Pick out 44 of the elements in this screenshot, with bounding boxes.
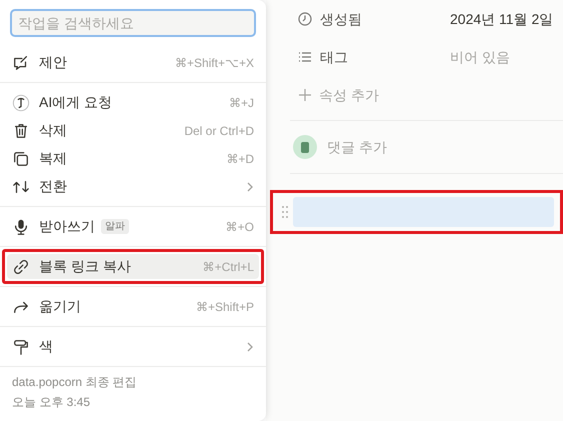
shortcut-text: Del or Ctrl+D bbox=[184, 122, 254, 140]
shortcut-text: ⌘+Ctrl+L bbox=[202, 258, 254, 276]
menu-item[interactable]: 블록 링크 복사 ⌘+Ctrl+L bbox=[7, 254, 259, 279]
comment-pen-icon bbox=[12, 54, 30, 72]
menu-item-label: 삭제 bbox=[39, 121, 67, 140]
avatar-icon bbox=[293, 135, 317, 159]
alpha-badge: 알파 bbox=[101, 219, 129, 234]
drag-handle-icon[interactable] bbox=[281, 205, 289, 219]
property-name: 태그 bbox=[320, 48, 348, 66]
menu-item-label: 제안 bbox=[39, 53, 67, 72]
menu-item[interactable]: 복제 ⌘+D bbox=[7, 146, 259, 171]
menu-item[interactable]: 삭제 Del or Ctrl+D bbox=[7, 118, 259, 143]
list-icon bbox=[298, 51, 312, 63]
menu-item[interactable]: 받아쓰기 알파 ⌘+O bbox=[7, 214, 259, 239]
trash-icon bbox=[12, 122, 30, 140]
shortcut-text: ⌘+O bbox=[226, 218, 254, 236]
menu-item-label: 받아쓰기 bbox=[39, 217, 95, 236]
menu-item[interactable]: AI에게 요청 ⌘+J bbox=[7, 90, 259, 115]
menu-item[interactable]: 옮기기 ⌘+Shift+P bbox=[7, 294, 259, 319]
menu-item[interactable]: 색 bbox=[7, 334, 259, 359]
property-name: 생성됨 bbox=[320, 10, 362, 28]
plus-icon bbox=[298, 88, 312, 102]
menu-item[interactable]: 제안 ⌘+Shift+⌥+X bbox=[7, 50, 259, 75]
paint-roller-icon bbox=[12, 338, 30, 356]
search-field[interactable]: 작업을 검색하세요 bbox=[10, 9, 256, 37]
edit-info-text: data.popcorn 최종 편집 bbox=[12, 374, 138, 391]
microphone-icon bbox=[12, 218, 30, 236]
link-icon bbox=[12, 258, 30, 276]
shortcut-text: ⌘+J bbox=[228, 94, 254, 112]
duplicate-icon bbox=[12, 150, 30, 168]
menu-item-label: 옮기기 bbox=[39, 297, 81, 316]
edit-info-text: 오늘 오후 3:45 bbox=[12, 394, 92, 411]
menu-item-label: 전환 bbox=[39, 177, 67, 196]
shortcut-text: ⌘+Shift+P bbox=[196, 298, 254, 316]
shortcut-text: ⌘+D bbox=[226, 150, 254, 168]
shortcut-text: ⌘+Shift+⌥+X bbox=[174, 54, 254, 72]
menu-item-label: 색 bbox=[39, 337, 53, 356]
menu-item[interactable]: 전환 bbox=[7, 174, 259, 199]
menu-item-label: AI에게 요청 bbox=[39, 93, 112, 112]
menu-item-label: 복제 bbox=[39, 149, 67, 168]
clock-icon bbox=[298, 12, 312, 26]
menu-item-label: 블록 링크 복사 bbox=[39, 257, 131, 276]
property-value[interactable]: 2024년 11월 2일 bbox=[450, 8, 554, 30]
ai-face-icon bbox=[12, 94, 30, 112]
